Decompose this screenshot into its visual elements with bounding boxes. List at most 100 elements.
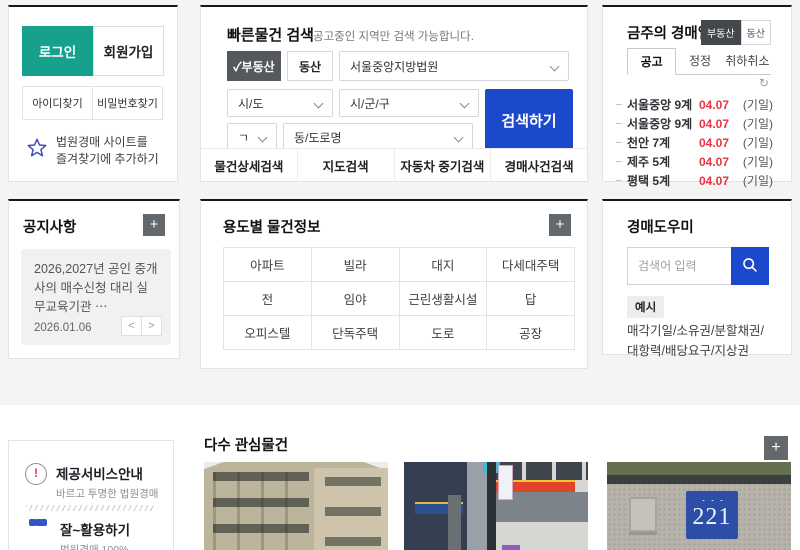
usage-cell-forest[interactable]: 임야 <box>311 282 400 316</box>
schedule-date: 04.07 <box>699 97 730 112</box>
notice-panel: 공지사항 + 2026,2027년 공인 중개사의 매수신청 대리 실무교육기관… <box>8 199 180 359</box>
exclamation-icon: ! <box>25 463 47 485</box>
next-arrow-button[interactable]: > <box>141 316 162 336</box>
property-photo-3[interactable]: 221 <box>607 462 791 550</box>
dong-select[interactable]: 동/도로명 <box>283 123 473 151</box>
schedule-item[interactable]: 서울중앙 9계 04.07 (기일) <box>616 95 773 114</box>
check-icon: ✓ <box>233 59 242 74</box>
usage-cell-land[interactable]: 대지 <box>399 248 488 282</box>
star-icon <box>26 134 48 159</box>
find-account-row: 아이디찾기 비밀번호찾기 <box>22 86 163 120</box>
tab-cancellation[interactable]: 취하취소 <box>724 48 771 74</box>
schedule-date: 04.07 <box>699 135 730 150</box>
quick-search-subtitle: 공고중인 지역만 검색 가능합니다. <box>313 31 474 43</box>
usage-cell-multiplex[interactable]: 다세대주택 <box>487 248 575 282</box>
schedule-label: (기일) <box>742 174 773 188</box>
quick-search-row-3: ㄱ 동/도로명 <box>227 123 473 151</box>
tab-car-search[interactable]: 자동차 중기검색 <box>393 149 491 181</box>
usage-cell-villa[interactable]: 빌라 <box>311 248 400 282</box>
service-guide-subtitle: 바르고 투명한 법원경매 <box>56 488 159 500</box>
address-plate: 221 <box>686 490 738 539</box>
auction-helper-panel: 경매도우미 예시 매각기일/소유권/분할채권/ 대항력/배당요구/지상권 <box>602 199 792 358</box>
type-movable-button[interactable]: 동산 <box>287 51 333 81</box>
schedule-item[interactable]: 서울중앙 9계 04.07 (기일) <box>616 114 773 133</box>
search-tab-bar: 물건상세검색 지도검색 자동차 중기검색 경매사건검색 <box>201 148 587 181</box>
consonant-select[interactable]: ㄱ <box>227 123 277 151</box>
schedule-item[interactable]: 천안 7계 04.07 (기일) <box>616 133 773 152</box>
usage-more-button[interactable]: + <box>549 214 571 236</box>
helper-search-input[interactable] <box>627 247 731 285</box>
usage-grid: 아파트 빌라 대지 다세대주택 전 임야 근린생활시설 답 오피스텔 단독주택 … <box>223 247 575 350</box>
usage-cell-house[interactable]: 단독주택 <box>311 316 400 350</box>
add-favorite-link[interactable]: 법원경매 사이트를 즐겨찾기에 추가하기 <box>26 134 159 168</box>
building-windows <box>325 477 381 550</box>
helper-search-button[interactable] <box>731 247 769 285</box>
service-guide-link[interactable]: ! 제공서비스안내 바르고 투명한 법원경매 <box>25 463 158 501</box>
helper-search-bar <box>627 247 769 285</box>
notice-item-date: 2026.01.06 <box>34 322 92 334</box>
signup-button[interactable]: 회원가입 <box>93 26 164 76</box>
usage-title: 용도별 물건정보 <box>223 220 321 236</box>
schedule-type-toggle: 부동산 동산 <box>700 20 771 45</box>
tab-case-search[interactable]: 경매사건검색 <box>490 149 587 181</box>
usage-cell-factory[interactable]: 공장 <box>487 316 575 350</box>
foliage <box>607 462 791 477</box>
find-id-button[interactable]: 아이디찾기 <box>22 86 93 120</box>
notice-card[interactable]: 2026,2027년 공인 중개사의 매수신청 대리 실무교육기관 ⋯ 2026… <box>21 249 171 345</box>
tab-map-search[interactable]: 지도검색 <box>296 149 394 181</box>
search-button[interactable]: 검색하기 <box>485 89 573 151</box>
usage-cell-field[interactable]: 전 <box>224 282 312 316</box>
prev-arrow-button[interactable]: < <box>121 316 142 336</box>
schedule-court: 서울중앙 9계 <box>627 98 693 112</box>
schedule-item[interactable]: 평택 5계 04.07 (기일) <box>616 171 773 190</box>
sido-select[interactable]: 시/도 <box>227 89 333 117</box>
usage-cell-commercial[interactable]: 근린생활시설 <box>399 282 488 316</box>
schedule-badge-movable[interactable]: 동산 <box>740 20 771 45</box>
service-guide-title: 제공서비스안내 <box>56 467 143 482</box>
schedule-item[interactable]: 제주 5계 04.07 (기일) <box>616 152 773 171</box>
usage-cell-paddy[interactable]: 답 <box>487 282 575 316</box>
tab-correction[interactable]: 정정 <box>676 48 723 74</box>
tab-detail-search[interactable]: 물건상세검색 <box>201 149 297 181</box>
stone-relief <box>629 497 657 533</box>
example-terms: 매각기일/소유권/분할채권/ 대항력/배당요구/지상권 <box>627 324 764 358</box>
login-button[interactable]: 로그인 <box>22 26 93 76</box>
property-photo-2[interactable] <box>404 462 588 550</box>
usage-cell-officetel[interactable]: 오피스텔 <box>224 316 312 350</box>
schedule-label: (기일) <box>742 155 773 169</box>
notice-more-button[interactable]: + <box>143 214 165 236</box>
find-password-button[interactable]: 비밀번호찾기 <box>92 86 163 120</box>
usage-cell-apartment[interactable]: 아파트 <box>224 248 312 282</box>
notice-title: 공지사항 <box>23 220 77 236</box>
sigungu-select[interactable]: 시/군/구 <box>339 89 479 117</box>
notice-item-text: 2026,2027년 공인 중개사의 매수신청 대리 실무교육기관 ⋯ <box>34 262 158 314</box>
court-select[interactable]: 서울중앙지방법원 <box>339 51 569 81</box>
good-use-title: 잘~활용하기 <box>60 523 130 538</box>
dash-mark <box>616 104 622 105</box>
building-facade <box>213 471 309 550</box>
wall-cap <box>607 475 791 484</box>
dash-mark <box>616 161 622 162</box>
good-use-link[interactable]: 잘~활용하기 법원경매 100% <box>25 519 130 550</box>
type-real-estate-button[interactable]: ✓부동산 <box>227 51 281 81</box>
schedule-court: 서울중앙 9계 <box>627 117 693 131</box>
service-guide-card: ! 제공서비스안내 바르고 투명한 법원경매 잘~활용하기 법원경매 100% <box>8 440 174 550</box>
hatched-divider <box>26 505 156 511</box>
dash-mark <box>616 142 622 143</box>
property-photo-1[interactable] <box>204 462 388 550</box>
notice-pager: < > <box>121 316 162 336</box>
schedule-date: 04.07 <box>699 116 730 131</box>
search-icon <box>741 256 759 277</box>
schedule-badge-real-estate[interactable]: 부동산 <box>700 20 741 45</box>
login-button-row: 로그인 회원가입 <box>22 26 164 76</box>
purple-sign <box>501 544 520 550</box>
plate-small-text <box>698 498 725 502</box>
tab-announcement[interactable]: 공고 <box>627 48 677 75</box>
quick-search-row-2: 시/도 시/군/구 <box>227 89 479 117</box>
interest-more-button[interactable]: + <box>764 436 788 460</box>
refresh-icon[interactable]: ↻ <box>759 77 769 89</box>
dash-mark <box>616 123 622 124</box>
schedule-court: 평택 5계 <box>627 174 671 188</box>
example-badge: 예시 <box>627 296 665 318</box>
usage-cell-road[interactable]: 도로 <box>399 316 488 350</box>
